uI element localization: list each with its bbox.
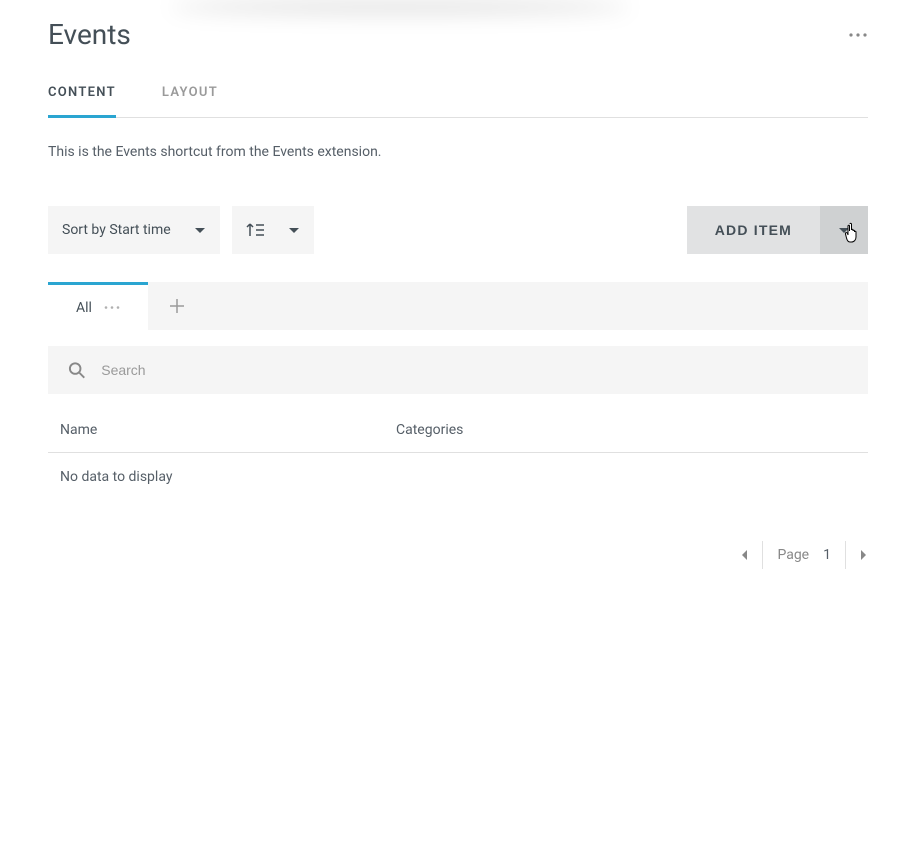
filter-tab-add[interactable] [148, 282, 206, 330]
table-header: Name Categories [48, 394, 868, 453]
sort-list-icon [246, 222, 264, 238]
tab-layout[interactable]: LAYOUT [162, 85, 218, 117]
filter-tab-options[interactable] [104, 305, 120, 310]
primary-tabs: CONTENT LAYOUT [48, 85, 868, 118]
column-header-categories[interactable]: Categories [396, 422, 463, 438]
more-options-button[interactable] [848, 32, 868, 38]
page-title: Events [48, 18, 131, 51]
pagination: Page 1 [48, 541, 868, 569]
separator [762, 541, 763, 569]
column-header-name[interactable]: Name [60, 422, 396, 438]
add-item-dropdown[interactable] [820, 206, 868, 254]
caret-down-icon [838, 227, 850, 234]
search-icon [68, 361, 85, 379]
more-dots-icon [104, 305, 120, 310]
filter-tabs: All [48, 282, 868, 330]
plus-icon [169, 298, 185, 314]
sort-select-label: Sort by Start time [62, 222, 171, 238]
empty-message: No data to display [48, 453, 868, 501]
page-next-button[interactable] [860, 549, 868, 561]
chevron-left-icon [740, 549, 748, 561]
separator [845, 541, 846, 569]
more-dots-icon [848, 32, 868, 38]
filter-tab-all-label: All [76, 300, 92, 316]
page-label: Page [777, 547, 809, 563]
caret-down-icon [288, 227, 300, 234]
sort-direction-select[interactable] [232, 206, 314, 254]
add-item-button[interactable]: ADD ITEM [687, 206, 820, 254]
chevron-right-icon [860, 549, 868, 561]
search-input[interactable] [101, 362, 848, 378]
filter-tab-all[interactable]: All [48, 282, 148, 330]
tab-content[interactable]: CONTENT [48, 85, 116, 118]
description-text: This is the Events shortcut from the Eve… [48, 144, 868, 160]
caret-down-icon [194, 227, 206, 234]
page-prev-button[interactable] [740, 549, 748, 561]
search-bar [48, 346, 868, 394]
page-number: 1 [823, 547, 831, 563]
sort-select[interactable]: Sort by Start time [48, 206, 220, 254]
